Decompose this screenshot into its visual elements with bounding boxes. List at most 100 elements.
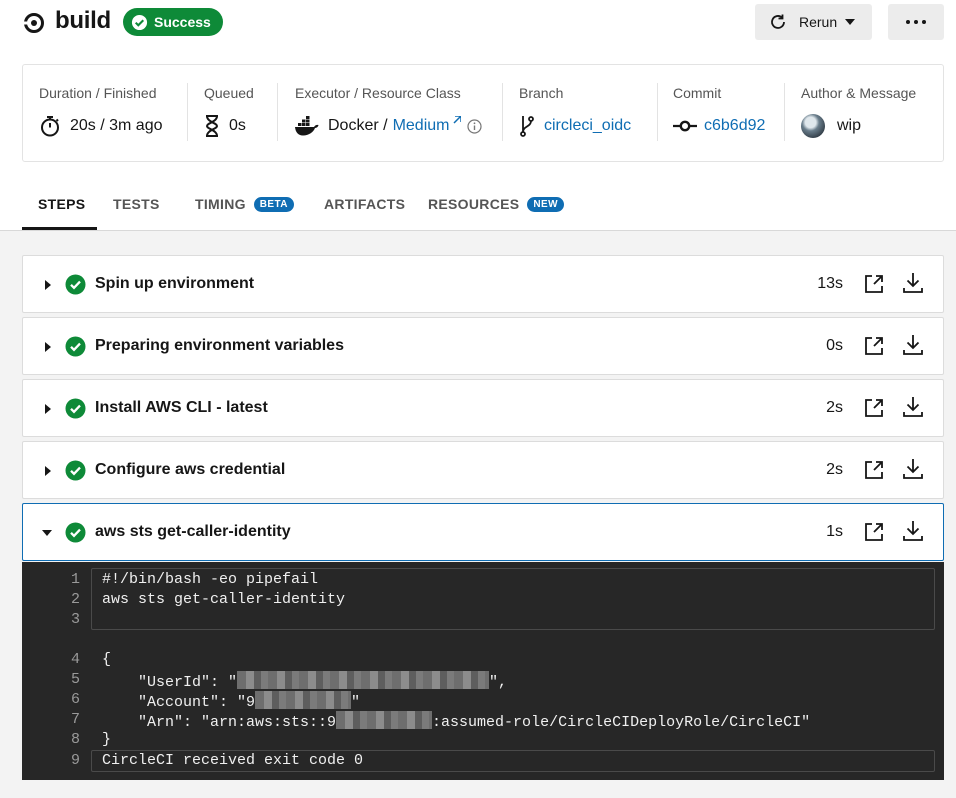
- success-check-icon: [65, 522, 86, 543]
- caret-right-icon: [45, 466, 51, 476]
- tab-timing-label: TIMING: [195, 196, 246, 212]
- step-row[interactable]: Configure aws credential 2s: [22, 441, 944, 499]
- console-line: CircleCI received exit code 0: [102, 752, 364, 769]
- step-duration: 2s: [826, 461, 843, 478]
- download-icon[interactable]: [902, 458, 924, 480]
- branch-link[interactable]: circleci_oidc: [544, 117, 631, 135]
- line-number: 6: [70, 691, 80, 708]
- caret-right-icon: [45, 404, 51, 414]
- caret-down-icon: [42, 530, 52, 536]
- caret-right-icon: [45, 342, 51, 352]
- tab-artifacts[interactable]: ARTIFACTS: [324, 196, 405, 212]
- commit-label: Commit: [673, 85, 722, 101]
- more-dots-icon: [906, 20, 926, 24]
- tab-resources[interactable]: RESOURCES NEW: [428, 196, 564, 212]
- job-info-bar: Duration / Finished 20s / 3m ago Queued …: [22, 64, 944, 162]
- status-badge-label: Success: [154, 14, 211, 30]
- job-header: build Success Rerun: [0, 0, 956, 44]
- console-line: "UserId": " ",: [102, 671, 507, 691]
- branch-icon: [520, 116, 534, 137]
- new-badge: NEW: [527, 196, 564, 212]
- success-check-icon: [65, 274, 86, 295]
- tab-steps[interactable]: STEPS: [38, 196, 85, 212]
- download-icon[interactable]: [902, 334, 924, 356]
- job-tabs: STEPS TESTS TIMING BETA ARTIFACTS RESOUR…: [0, 180, 956, 231]
- step-row[interactable]: Install AWS CLI - latest 2s: [22, 379, 944, 437]
- step-duration: 1s: [826, 523, 843, 540]
- hourglass-icon: [205, 115, 219, 137]
- step-title: Configure aws credential: [95, 461, 286, 478]
- step-duration: 2s: [826, 399, 843, 416]
- queued-value: 0s: [229, 117, 246, 134]
- commit-link[interactable]: c6b6d92: [704, 117, 765, 135]
- line-number: 9: [70, 752, 80, 769]
- stopwatch-icon: [41, 116, 59, 137]
- line-number: 3: [70, 611, 80, 628]
- divider: [187, 83, 188, 141]
- beta-badge: BETA: [253, 196, 294, 212]
- step-row-expanded[interactable]: aws sts get-caller-identity 1s: [22, 503, 944, 561]
- resource-class-link[interactable]: Medium: [393, 117, 450, 135]
- divider: [502, 83, 503, 141]
- check-circle-icon: [131, 14, 148, 30]
- console-line: {: [102, 651, 112, 668]
- redacted-value: [255, 691, 352, 709]
- download-icon[interactable]: [902, 396, 924, 418]
- console-text: "Arn": "arn:aws:sts::9: [102, 714, 337, 731]
- open-external-icon[interactable]: [864, 274, 884, 294]
- status-badge: Success: [123, 8, 223, 36]
- chevron-down-icon: [845, 19, 856, 25]
- line-number: 2: [70, 591, 80, 608]
- divider: [277, 83, 278, 141]
- avatar[interactable]: [801, 114, 825, 138]
- rerun-button[interactable]: Rerun: [755, 4, 872, 40]
- line-number: 1: [70, 571, 80, 588]
- console-text: ": [351, 694, 361, 711]
- console-line: #!/bin/bash -eo pipefail: [102, 571, 319, 588]
- console-text: ",: [489, 674, 508, 691]
- step-row[interactable]: Preparing environment variables 0s: [22, 317, 944, 375]
- tab-tests[interactable]: TESTS: [113, 196, 160, 212]
- divider: [784, 83, 785, 141]
- open-external-icon[interactable]: [864, 398, 884, 418]
- rerun-label: Rerun: [799, 14, 838, 30]
- step-title: Preparing environment variables: [95, 337, 344, 354]
- step-duration: 13s: [817, 275, 843, 292]
- step-row[interactable]: Spin up environment 13s: [22, 255, 944, 313]
- line-number: 5: [70, 671, 80, 688]
- docker-icon: [295, 116, 319, 136]
- author-label: Author & Message: [801, 85, 917, 101]
- console-text: "Account": "9: [102, 694, 256, 711]
- active-tab-indicator: [22, 227, 97, 230]
- line-number: 8: [70, 731, 80, 748]
- info-icon[interactable]: [467, 118, 483, 134]
- download-icon[interactable]: [902, 272, 924, 294]
- redacted-value: [336, 711, 433, 729]
- divider: [657, 83, 658, 141]
- circleci-logo-icon: [23, 13, 44, 33]
- console-line: "Arn": "arn:aws:sts::9 :assumed-role/Circ…: [102, 711, 810, 731]
- step-output-console[interactable]: 1 2 3 4 5 6 7 8 9 #!/bin/bash -eo pipefa…: [22, 562, 944, 780]
- open-external-icon[interactable]: [864, 460, 884, 480]
- page-title: build: [55, 7, 111, 34]
- commit-icon: [673, 120, 697, 132]
- redacted-value: [237, 671, 490, 689]
- rerun-icon: [771, 14, 785, 29]
- console-text: "UserId": ": [102, 674, 238, 691]
- more-options-button[interactable]: [888, 4, 944, 40]
- step-title: aws sts get-caller-identity: [95, 523, 291, 540]
- executor-label: Executor / Resource Class: [295, 85, 461, 101]
- open-external-icon[interactable]: [864, 336, 884, 356]
- tab-resources-label: RESOURCES: [428, 196, 520, 212]
- duration-label: Duration / Finished: [39, 85, 157, 101]
- success-check-icon: [65, 460, 86, 481]
- queued-label: Queued: [204, 85, 254, 101]
- open-external-icon[interactable]: [864, 522, 884, 542]
- tab-timing[interactable]: TIMING BETA: [195, 196, 294, 212]
- download-icon[interactable]: [902, 520, 924, 542]
- duration-value: 20s / 3m ago: [70, 117, 163, 134]
- console-text: :assumed-role/CircleCIDeployRole/CircleC…: [432, 714, 811, 731]
- step-title: Install AWS CLI - latest: [95, 399, 268, 416]
- commit-message: wip: [837, 117, 862, 134]
- console-line: }: [102, 731, 112, 748]
